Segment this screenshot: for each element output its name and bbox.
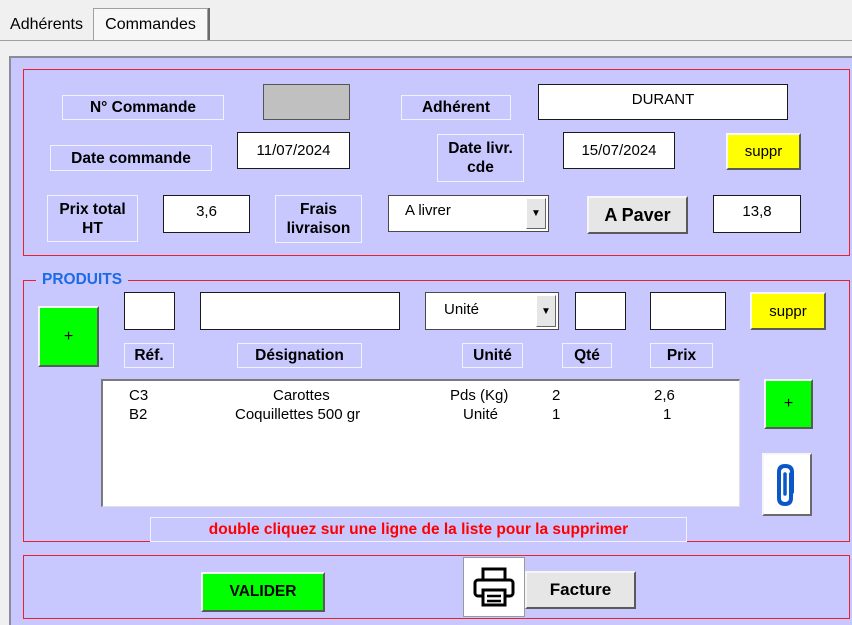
num-commande-field[interactable] [263,84,350,120]
list-item-unite: Pds (Kg) [450,387,509,404]
prix-total-label-line2: HT [82,219,103,237]
list-item[interactable]: B2 Coquillettes 500 gr Unité 1 1 [103,406,739,425]
dropdown-arrow-icon[interactable]: ▼ [536,295,556,327]
paperclip-icon [777,463,794,506]
list-item-designation: Coquillettes 500 gr [235,406,361,423]
list-item-ref: B2 [129,406,148,423]
adherent-label: Adhérent [401,95,511,120]
list-item-qte: 2 [552,387,561,404]
tab-strip: Adhérents Commandes [0,0,852,41]
list-item-prix: 1 [663,406,672,423]
list-hint-text: double cliquez sur une ligne de la liste… [150,517,687,542]
qte-input[interactable] [575,292,626,330]
valider-button[interactable]: VALIDER [201,572,325,612]
prix-input[interactable] [650,292,726,330]
a-payer-button[interactable]: A Paver [587,196,688,234]
frais-livraison-value: A livrer [405,202,451,219]
list-item-prix: 2,6 [654,387,675,404]
add-product-button[interactable]: + [38,306,99,367]
a-payer-field[interactable]: 13,8 [713,195,801,233]
suppr-order-button[interactable]: suppr [726,133,801,170]
date-livr-label-line2: cde [467,159,494,176]
print-button[interactable] [463,557,525,617]
frais-livraison-label-line1: Frais [299,201,338,218]
list-item-ref: C3 [129,387,149,404]
header-unite: Unité [462,343,523,368]
prix-total-label: Prix total HT [47,195,138,242]
add-to-list-button[interactable]: + [764,379,813,429]
date-commande-field[interactable]: 11/07/2024 [237,132,350,169]
date-commande-label: Date commande [50,145,212,171]
list-item-designation: Carottes [273,387,330,404]
frais-livraison-label-line2: livraison [286,220,351,237]
date-livr-label: Date livr. cde [437,134,524,182]
prix-total-field[interactable]: 3,6 [163,195,250,233]
suppr-product-button[interactable]: suppr [750,292,826,330]
frais-livraison-label: Frais livraison [275,195,362,243]
frais-livraison-select[interactable]: A livrer ▼ [388,195,549,232]
header-designation: Désignation [237,343,362,368]
designation-input[interactable] [200,292,400,330]
produits-title: PRODUITS [36,271,129,289]
date-livr-label-line1: Date livr. [448,140,513,157]
tab-commandes[interactable]: Commandes [93,8,208,41]
unite-select[interactable]: Unité ▼ [425,292,559,330]
products-listbox[interactable]: C3 Carottes Pds (Kg) 2 2,6 B2 Coquillett… [101,379,740,507]
list-item-unite: Unité [463,406,499,423]
num-commande-label: N° Commande [62,95,224,120]
list-item-qte: 1 [552,406,561,423]
dropdown-arrow-icon[interactable]: ▼ [526,198,546,229]
prix-total-label-line1: Prix total [59,200,126,218]
header-ref: Réf. [124,343,174,368]
footer-frame [23,555,850,619]
tab-divider [0,40,852,41]
unite-select-value: Unité [444,300,480,318]
header-qte: Qté [562,343,612,368]
adherent-field[interactable]: DURANT [538,84,788,120]
facture-button[interactable]: Facture [525,571,636,609]
header-prix: Prix [650,343,713,368]
printer-icon [473,567,515,607]
list-item[interactable]: C3 Carottes Pds (Kg) 2 2,6 [103,387,739,406]
date-livr-field[interactable]: 15/07/2024 [563,132,675,169]
attach-button[interactable] [762,453,812,516]
tab-adherents[interactable]: Adhérents [0,10,93,40]
ref-input[interactable] [124,292,175,330]
